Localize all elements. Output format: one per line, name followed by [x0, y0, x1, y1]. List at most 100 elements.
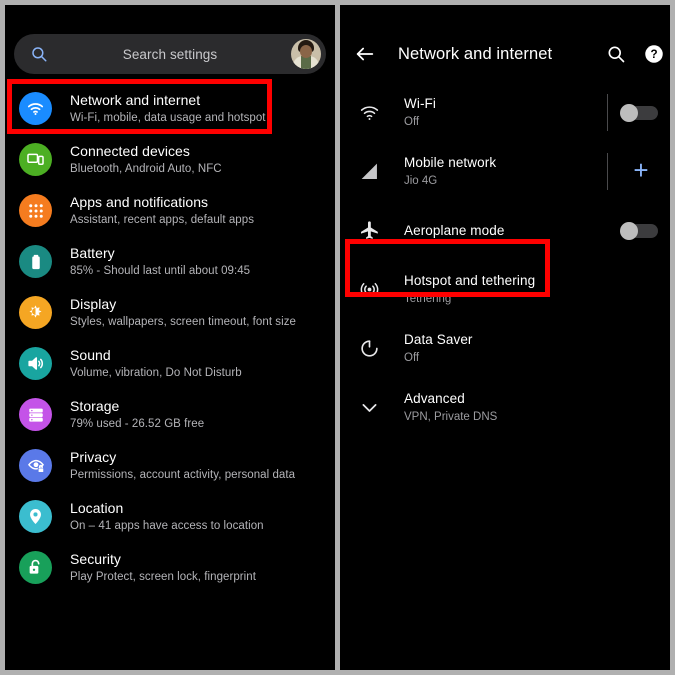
settings-item-text: Privacy Permissions, account activity, pe… [70, 449, 295, 483]
settings-list-item[interactable]: Sound Volume, vibration, Do Not Disturb [5, 338, 335, 389]
settings-item-subtitle: Bluetooth, Android Auto, NFC [70, 162, 222, 175]
hotspot-icon [354, 275, 384, 305]
add-network-button[interactable]: + [630, 157, 652, 183]
help-icon[interactable]: ? [644, 44, 664, 64]
settings-item-subtitle: 85% - Should last until about 09:45 [70, 264, 251, 277]
toggle-switch[interactable] [618, 104, 658, 122]
settings-home-panel: Search settings Network and internet Wi-F… [5, 5, 335, 670]
settings-list-item[interactable]: Storage 79% used - 26.52 GB free [5, 389, 335, 440]
settings-list-item[interactable]: Connected devices Bluetooth, Android Auto… [5, 134, 335, 185]
settings-list-item[interactable]: Privacy Permissions, account activity, pe… [5, 440, 335, 491]
data-saver-icon [354, 334, 384, 364]
toggle-knob [620, 104, 638, 122]
search-icon[interactable] [606, 44, 626, 64]
settings-item-text: Network and internet Wi-Fi, mobile, data … [70, 92, 266, 126]
network-item-title: Wi-Fi [404, 96, 436, 111]
svg-text:?: ? [650, 48, 657, 61]
settings-item-subtitle: Assistant, recent apps, default apps [70, 213, 254, 226]
settings-item-text: Connected devices Bluetooth, Android Auto… [70, 143, 222, 177]
network-item-subtitle: Off [404, 116, 420, 128]
network-item-title: Hotspot and tethering [404, 273, 536, 288]
settings-item-title: Network and internet [70, 91, 201, 108]
network-item-text: Wi-Fi Off [404, 95, 436, 130]
settings-item-title: Display [70, 295, 117, 312]
control-divider [607, 94, 608, 131]
network-list-item[interactable]: Wi-Fi Off [340, 83, 670, 142]
network-list-item[interactable]: Aeroplane mode [340, 201, 670, 260]
settings-item-title: Location [70, 499, 124, 516]
settings-item-subtitle: Styles, wallpapers, screen timeout, font… [70, 315, 296, 328]
settings-list-item[interactable]: Display Styles, wallpapers, screen timeou… [5, 287, 335, 338]
network-item-title: Aeroplane mode [404, 223, 505, 238]
settings-item-title: Battery [70, 244, 115, 261]
toggle-knob [620, 222, 638, 240]
network-item-text: Mobile network Jio 4G [404, 154, 496, 189]
settings-item-subtitle: Permissions, account activity, personal … [70, 468, 296, 481]
settings-item-title: Security [70, 550, 121, 567]
settings-item-subtitle: On – 41 apps have access to location [70, 519, 264, 532]
settings-item-title: Apps and notifications [70, 193, 209, 210]
search-bar[interactable]: Search settings [14, 34, 326, 74]
network-item-subtitle: VPN, Private DNS [404, 411, 498, 423]
network-item-subtitle: Jio 4G [404, 175, 438, 187]
network-item-subtitle: Tethering [404, 293, 452, 305]
storage-icon [19, 398, 52, 431]
settings-item-subtitle: Volume, vibration, Do Not Disturb [70, 366, 242, 379]
volume-icon [19, 347, 52, 380]
network-item-title: Advanced [404, 391, 465, 406]
network-item-title: Data Saver [404, 332, 473, 347]
network-and-internet-panel: Network and internet ? Wi-Fi Off Mobile ne… [340, 5, 670, 670]
chevron-down-icon [354, 393, 384, 423]
page-title: Network and internet [398, 45, 553, 63]
settings-item-text: Location On – 41 apps have access to loca… [70, 500, 264, 534]
settings-list-item[interactable]: Battery 85% - Should last until about 09:… [5, 236, 335, 287]
settings-item-title: Sound [70, 346, 111, 363]
avatar-face [300, 45, 312, 58]
settings-item-text: Storage 79% used - 26.52 GB free [70, 398, 204, 432]
settings-list-item[interactable]: Network and internet Wi-Fi, mobile, data … [5, 83, 335, 134]
settings-item-text: Sound Volume, vibration, Do Not Disturb [70, 347, 242, 381]
settings-item-subtitle: Wi-Fi, mobile, data usage and hotspot [70, 111, 266, 124]
settings-item-text: Battery 85% - Should last until about 09:… [70, 245, 250, 279]
signal-bars-icon [354, 157, 384, 187]
settings-item-text: Apps and notifications Assistant, recent … [70, 194, 254, 228]
privacy-eye-lock-icon [19, 449, 52, 482]
wifi-icon [354, 98, 384, 128]
network-list-item[interactable]: Mobile network Jio 4G + [340, 142, 670, 201]
cast-devices-icon [19, 143, 52, 176]
settings-item-text: Security Play Protect, screen lock, finge… [70, 551, 256, 585]
wifi-icon [19, 92, 52, 125]
screenshot-root: Search settings Network and internet Wi-F… [0, 0, 675, 675]
settings-item-subtitle: 79% used - 26.52 GB free [70, 417, 205, 430]
network-list-item[interactable]: Hotspot and tethering Tethering [340, 260, 670, 319]
settings-list: Network and internet Wi-Fi, mobile, data … [5, 83, 335, 593]
brightness-icon [19, 296, 52, 329]
network-item-text: Data Saver Off [404, 331, 473, 366]
network-list-item[interactable]: Data Saver Off [340, 319, 670, 378]
settings-list-item[interactable]: Apps and notifications Assistant, recent … [5, 185, 335, 236]
toggle-switch[interactable] [618, 222, 658, 240]
back-arrow-icon[interactable] [354, 43, 376, 65]
airplane-icon [354, 216, 384, 246]
settings-list-item[interactable]: Security Play Protect, screen lock, finge… [5, 542, 335, 593]
network-item-text: Hotspot and tethering Tethering [404, 272, 535, 307]
search-input-placeholder[interactable]: Search settings [14, 47, 326, 62]
settings-item-title: Connected devices [70, 142, 190, 159]
apps-grid-icon [19, 194, 52, 227]
settings-list-item[interactable]: Location On – 41 apps have access to loca… [5, 491, 335, 542]
network-list-item[interactable]: Advanced VPN, Private DNS [340, 378, 670, 437]
app-bar: Network and internet ? [340, 35, 670, 75]
settings-item-title: Privacy [70, 448, 117, 465]
unlocked-padlock-icon [19, 551, 52, 584]
control-divider [607, 153, 608, 190]
network-item-title: Mobile network [404, 155, 497, 170]
network-settings-list: Wi-Fi Off Mobile network Jio 4G + Aeroplane m… [340, 83, 670, 437]
settings-item-text: Display Styles, wallpapers, screen timeou… [70, 296, 296, 330]
settings-item-subtitle: Play Protect, screen lock, fingerprint [70, 570, 256, 583]
network-item-text: Advanced VPN, Private DNS [404, 390, 497, 425]
network-item-text: Aeroplane mode [404, 222, 504, 239]
settings-item-title: Storage [70, 397, 120, 414]
network-item-subtitle: Off [404, 352, 420, 364]
avatar[interactable] [291, 39, 321, 69]
location-pin-icon [19, 500, 52, 533]
